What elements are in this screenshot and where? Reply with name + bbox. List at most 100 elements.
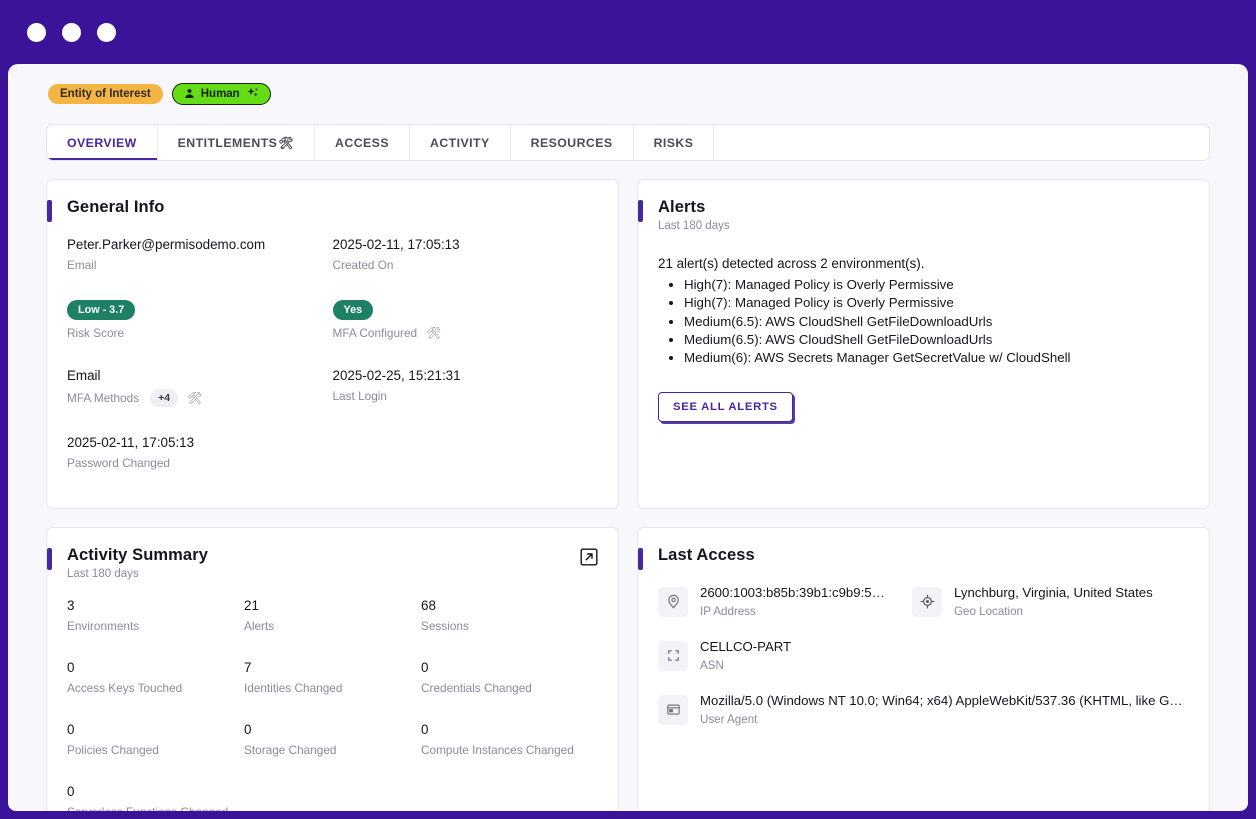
external-link-icon[interactable]: [580, 548, 598, 566]
tab-entitlements[interactable]: ENTITLEMENTS 🛠: [158, 125, 316, 160]
alerts-summary: 21 alert(s) detected across 2 environmen…: [658, 256, 925, 271]
mfa-configured-pill: Yes: [332, 300, 374, 320]
browser-window: Entity of Interest Human OVERVIEW ENTITL…: [0, 0, 1256, 819]
tab-bar[interactable]: OVERVIEW ENTITLEMENTS 🛠 ACCESS ACTIVITY …: [46, 124, 1210, 161]
last-access-title: Last Access: [658, 546, 755, 564]
person-icon: [184, 88, 195, 101]
field-created-on-value: 2025-02-11, 17:05:13: [332, 237, 460, 252]
stat-policies-changed: 0 Policies Changed: [67, 722, 244, 757]
window-titlebar: [0, 0, 1256, 64]
field-risk-score-label: Risk Score: [67, 326, 125, 340]
field-email-value: Peter.Parker@permisodemo.com: [67, 237, 266, 252]
stat-value: 0: [421, 660, 429, 675]
activity-summary-header: Activity Summary Last 180 days: [47, 546, 598, 580]
field-mfa-methods-label: MFA Methods +4 🛠: [67, 389, 333, 407]
last-access-header: Last Access: [638, 546, 1189, 570]
badge-entity-of-interest-label: Entity of Interest: [60, 88, 151, 100]
tools-icon: 🛠: [278, 135, 295, 150]
last-access-row-1: 2600:1003:b85b:39b1:c9b9:56d0:fd7 IP Add…: [658, 585, 1189, 618]
geo-location-label: Geo Location: [954, 605, 1023, 618]
general-info-header: General Info: [47, 198, 598, 222]
sparkles-icon: [246, 87, 259, 101]
stat-value: 0: [67, 660, 75, 675]
geo-location-value: Lynchburg, Virginia, United States: [954, 585, 1153, 600]
accent-bar: [47, 548, 52, 570]
tab-entitlements-label: ENTITLEMENTS: [177, 135, 278, 150]
stat-value: 7: [244, 660, 252, 675]
general-info-title: General Info: [67, 198, 165, 216]
ip-address-text: 2600:1003:b85b:39b1:c9b9:56d0:fd7 IP Add…: [700, 585, 890, 618]
entity-badges: Entity of Interest Human: [46, 78, 1210, 110]
accent-bar: [47, 200, 52, 222]
alerts-list: High(7): Managed Policy is Overly Permis…: [684, 276, 1189, 368]
tab-overview-label: OVERVIEW: [67, 135, 137, 150]
stat-compute-instances-changed: 0 Compute Instances Changed: [421, 722, 598, 757]
stat-label: Sessions: [421, 619, 469, 633]
field-user-agent: Mozilla/5.0 (Windows NT 10.0; Win64; x64…: [658, 693, 1189, 726]
stat-serverless-functions-changed: 0 Serverless Functions Changed: [67, 784, 244, 811]
accent-bar: [638, 548, 643, 570]
tab-activity[interactable]: ACTIVITY: [410, 125, 511, 160]
asn-text: CELLCO-PART ASN: [700, 639, 791, 672]
field-email-label: Email: [67, 258, 97, 272]
accent-bar: [638, 200, 643, 222]
window-dot-1[interactable]: [27, 22, 46, 42]
alerts-header: Alerts Last 180 days: [638, 198, 1189, 232]
user-agent-label: User Agent: [700, 713, 758, 726]
stat-value: 0: [244, 722, 252, 737]
general-info-fields: Peter.Parker@permisodemo.com Email 2025-…: [67, 237, 598, 470]
field-mfa-methods: Email MFA Methods +4 🛠: [67, 368, 333, 407]
field-mfa-configured-label: MFA Configured 🛠: [333, 326, 599, 340]
badge-human-label: Human: [200, 88, 240, 100]
mfa-methods-more-chip[interactable]: +4: [150, 389, 179, 407]
tab-risks[interactable]: RISKS: [634, 125, 715, 160]
field-password-changed: 2025-02-11, 17:05:13 Password Changed: [67, 435, 333, 470]
field-mfa-configured-label-text: MFA Configured: [332, 326, 418, 340]
field-last-login-label: Last Login: [332, 389, 387, 403]
see-all-alerts-button[interactable]: SEE ALL ALERTS: [658, 391, 793, 422]
alerts-subtitle: Last 180 days: [658, 220, 730, 232]
card-general-info: General Info Peter.Parker@permisodemo.co…: [46, 179, 619, 509]
list-item: High(7): Managed Policy is Overly Permis…: [684, 276, 1189, 294]
stat-label: Environments: [67, 619, 140, 633]
risk-score-pill: Low - 3.7: [67, 300, 136, 320]
stat-value: 21: [244, 598, 259, 613]
window-dot-2[interactable]: [62, 22, 81, 42]
network-icon: [658, 640, 688, 671]
page-content: Entity of Interest Human OVERVIEW ENTITL…: [8, 64, 1248, 811]
stat-label: Alerts: [244, 619, 275, 633]
stat-value: 0: [67, 722, 75, 737]
last-access-fields: 2600:1003:b85b:39b1:c9b9:56d0:fd7 IP Add…: [658, 585, 1189, 726]
geo-location-text: Lynchburg, Virginia, United States Geo L…: [954, 585, 1153, 618]
asn-label: ASN: [700, 659, 724, 672]
crosshair-icon: [912, 586, 942, 617]
field-mfa-methods-label-text: MFA Methods: [67, 391, 140, 405]
tab-access[interactable]: ACCESS: [315, 125, 410, 160]
stat-environments: 3 Environments: [67, 598, 244, 633]
asn-value: CELLCO-PART: [700, 639, 792, 654]
field-password-changed-label: Password Changed: [67, 456, 170, 470]
stat-label: Access Keys Touched: [67, 681, 183, 695]
user-agent-text: Mozilla/5.0 (Windows NT 10.0; Win64; x64…: [700, 693, 1189, 726]
card-alerts: Alerts Last 180 days 21 alert(s) detecte…: [637, 179, 1210, 509]
list-item: High(7): Managed Policy is Overly Permis…: [684, 294, 1189, 312]
tab-resources[interactable]: RESOURCES: [511, 125, 634, 160]
ip-address-label: IP Address: [700, 605, 756, 618]
field-risk-score: Low - 3.7 Risk Score: [67, 300, 333, 340]
stat-label: Credentials Changed: [421, 681, 532, 695]
field-mfa-configured: Yes MFA Configured 🛠: [332, 300, 599, 340]
badge-human[interactable]: Human: [171, 83, 271, 105]
tab-overview[interactable]: OVERVIEW: [47, 125, 158, 160]
card-last-access: Last Access 2600:1003:b85b:39b1:c9b9:56d…: [637, 527, 1210, 811]
stat-credentials-changed: 0 Credentials Changed: [421, 660, 598, 695]
stat-value: 68: [421, 598, 436, 613]
badge-entity-of-interest[interactable]: Entity of Interest: [48, 84, 163, 104]
stat-identities-changed: 7 Identities Changed: [244, 660, 421, 695]
stat-label: Compute Instances Changed: [421, 743, 574, 757]
field-last-login: 2025-02-25, 15:21:31 Last Login: [333, 368, 599, 407]
tools-icon: 🛠: [426, 326, 442, 340]
window-dot-3[interactable]: [97, 22, 116, 42]
browser-window-icon: [658, 694, 688, 725]
stat-access-keys-touched: 0 Access Keys Touched: [67, 660, 244, 695]
stat-label: Serverless Functions Changed: [67, 805, 244, 811]
